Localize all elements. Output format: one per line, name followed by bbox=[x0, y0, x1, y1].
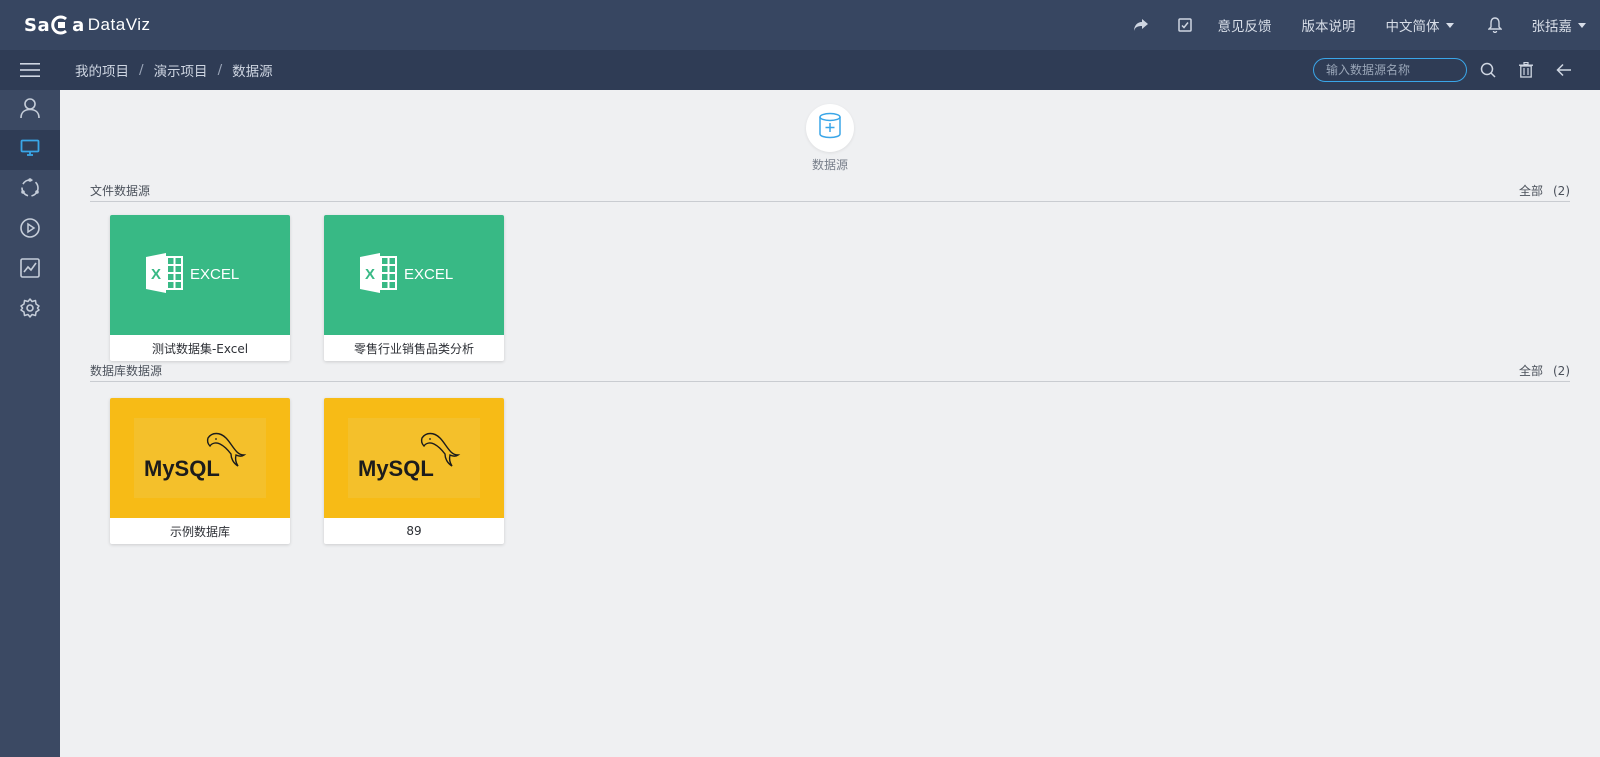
section-count: (2) bbox=[1553, 184, 1570, 198]
brand-logo-mark bbox=[51, 15, 71, 35]
datasource-name: 零售行业销售品类分析 bbox=[353, 341, 474, 356]
breadcrumb-separator: / bbox=[217, 62, 223, 78]
section-title: 数据库数据源 bbox=[90, 364, 163, 378]
language-label: 中文简体 bbox=[1385, 19, 1440, 35]
share-icon[interactable] bbox=[1130, 14, 1152, 36]
sidebar-item-user[interactable] bbox=[0, 90, 60, 130]
main-content: 数据源 文件数据源 全部 (2) X EXCEL 测试数据集-Excel X E… bbox=[60, 90, 1600, 757]
excel-type: EXCEL bbox=[190, 266, 239, 283]
mysql-type: MySQL bbox=[144, 456, 220, 481]
section-db-datasource: 数据库数据源 全部 (2) bbox=[90, 362, 1570, 382]
sidebar-item-play[interactable] bbox=[0, 210, 60, 250]
add-datasource-label: 数据源 bbox=[811, 158, 848, 172]
trash-icon[interactable] bbox=[1515, 59, 1537, 81]
brand-name: DataViz bbox=[87, 15, 151, 34]
chevron-down-icon bbox=[1578, 22, 1586, 28]
breadcrumb-separator: / bbox=[139, 62, 144, 78]
svg-text:X: X bbox=[365, 266, 375, 283]
settings-icon bbox=[19, 297, 41, 323]
top-bar: Sa a DataViz 意见反馈 版本说明 中文简体 张括嘉 bbox=[0, 0, 1600, 50]
checklist-icon[interactable] bbox=[1174, 14, 1196, 36]
datasource-card[interactable]: MySQL 89 bbox=[324, 398, 504, 544]
excel-type: EXCEL bbox=[404, 266, 453, 283]
add-datasource-circle[interactable] bbox=[806, 104, 854, 152]
section-count: (2) bbox=[1553, 364, 1570, 378]
mysql-logo-icon: MySQL bbox=[348, 418, 480, 498]
add-datasource-button[interactable]: 数据源 bbox=[804, 104, 856, 173]
svg-text:X: X bbox=[151, 266, 161, 283]
chart-icon bbox=[19, 257, 41, 283]
sidebar bbox=[0, 90, 60, 757]
search-input[interactable] bbox=[1313, 58, 1467, 82]
section-file-datasource: 文件数据源 全部 (2) bbox=[90, 182, 1570, 202]
monitor-icon bbox=[20, 139, 40, 161]
breadcrumb-demo-project[interactable]: 演示项目 bbox=[154, 60, 208, 80]
play-icon bbox=[19, 217, 41, 243]
back-arrow-icon[interactable] bbox=[1553, 59, 1575, 81]
brand-logo[interactable]: Sa a DataViz bbox=[24, 13, 151, 37]
breadcrumb-datasource: 数据源 bbox=[232, 64, 273, 80]
database-add-icon bbox=[817, 112, 843, 144]
chevron-down-icon bbox=[1445, 22, 1454, 28]
datasource-name: 示例数据库 bbox=[169, 524, 230, 539]
hamburger-menu-icon[interactable] bbox=[0, 50, 60, 90]
section-all-label: 全部 bbox=[1518, 364, 1543, 378]
language-selector[interactable]: 中文简体 bbox=[1386, 15, 1454, 35]
bell-icon[interactable] bbox=[1484, 14, 1506, 36]
datasource-card[interactable]: X EXCEL 测试数据集-Excel bbox=[110, 215, 290, 361]
section-all-link[interactable]: 全部 (2) bbox=[1519, 182, 1570, 199]
datasource-name: 89 bbox=[406, 524, 422, 538]
user-icon bbox=[19, 97, 41, 123]
sidebar-item-workflow[interactable] bbox=[0, 170, 60, 210]
excel-thumbnail: X EXCEL bbox=[324, 215, 504, 335]
mysql-type: MySQL bbox=[358, 456, 434, 481]
datasource-card[interactable]: X EXCEL 零售行业销售品类分析 bbox=[324, 215, 504, 361]
breadcrumb: 我的项目 / 演示项目 / 数据源 bbox=[75, 50, 273, 90]
feedback-link[interactable]: 意见反馈 bbox=[1218, 15, 1272, 35]
excel-thumbnail: X EXCEL bbox=[110, 215, 290, 335]
sidebar-item-datasource[interactable] bbox=[0, 130, 60, 170]
sidebar-item-chart[interactable] bbox=[0, 250, 60, 290]
brand-part-2: a bbox=[72, 14, 85, 36]
section-all-label: 全部 bbox=[1518, 184, 1543, 198]
datasource-name: 测试数据集-Excel bbox=[151, 341, 249, 356]
breadcrumb-my-projects[interactable]: 我的项目 bbox=[75, 60, 129, 80]
search-icon[interactable] bbox=[1477, 59, 1499, 81]
user-name: 张括嘉 bbox=[1531, 19, 1573, 35]
mysql-thumbnail: MySQL bbox=[110, 398, 290, 518]
top-right-nav: 意见反馈 版本说明 中文简体 张括嘉 bbox=[1130, 0, 1600, 50]
datasource-card[interactable]: MySQL 示例数据库 bbox=[110, 398, 290, 544]
cycle-icon bbox=[19, 177, 41, 203]
secondary-bar: 我的项目 / 演示项目 / 数据源 bbox=[0, 50, 1600, 90]
sidebar-item-settings[interactable] bbox=[0, 290, 60, 330]
brand-part-1: Sa bbox=[24, 14, 51, 36]
user-menu[interactable]: 张括嘉 bbox=[1531, 15, 1586, 35]
excel-logo-icon: X EXCEL bbox=[358, 251, 470, 299]
excel-logo-icon: X EXCEL bbox=[144, 251, 256, 299]
mysql-logo-icon: MySQL bbox=[134, 418, 266, 498]
release-notes-link[interactable]: 版本说明 bbox=[1302, 15, 1356, 35]
mysql-thumbnail: MySQL bbox=[324, 398, 504, 518]
section-all-link[interactable]: 全部 (2) bbox=[1519, 362, 1570, 379]
section-title: 文件数据源 bbox=[90, 184, 151, 198]
